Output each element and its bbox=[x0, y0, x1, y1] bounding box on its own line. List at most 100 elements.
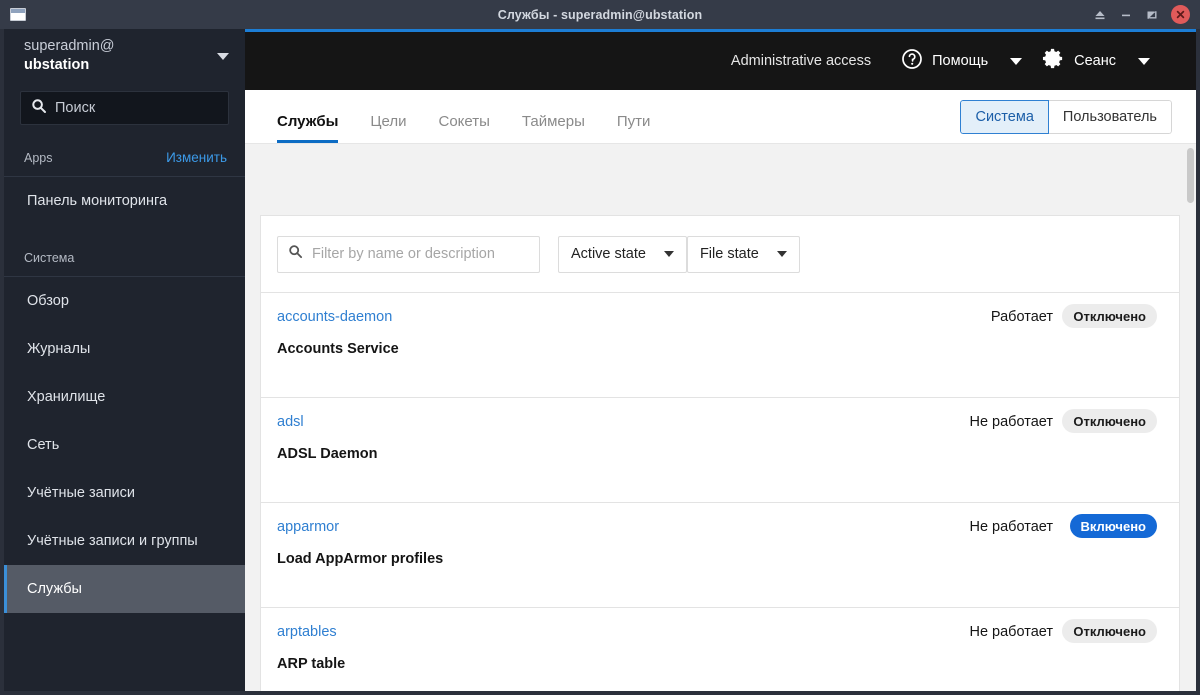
scope-toggle-label: Система bbox=[975, 109, 1034, 125]
service-name-link[interactable]: accounts-daemon bbox=[277, 309, 392, 325]
chevron-down-icon bbox=[663, 251, 674, 257]
help-menu-label: Помощь bbox=[932, 53, 989, 69]
chevron-down-icon bbox=[1138, 57, 1150, 65]
sidebar-item-label: Обзор bbox=[27, 293, 69, 309]
window-icon bbox=[10, 8, 26, 21]
tab-paths[interactable]: Пути bbox=[601, 113, 667, 143]
sidebar-item-accounts[interactable]: Учётные записи bbox=[4, 469, 245, 517]
table-row[interactable]: accounts-daemon Accounts Service Работае… bbox=[261, 293, 1179, 398]
gear-icon bbox=[1042, 47, 1065, 75]
file-state-label: File state bbox=[699, 246, 759, 262]
window-border-left bbox=[0, 29, 4, 695]
service-active-state: Не работает bbox=[969, 624, 1053, 640]
scrollbar-thumb[interactable] bbox=[1187, 148, 1194, 203]
restore-button[interactable] bbox=[1139, 4, 1165, 26]
account-user: superadmin@ bbox=[24, 38, 115, 55]
service-description: ADSL Daemon bbox=[277, 446, 378, 462]
active-state-select[interactable]: Active state bbox=[558, 235, 687, 273]
service-active-state: Работает bbox=[990, 309, 1053, 325]
chevron-down-icon bbox=[1010, 57, 1023, 65]
sidebar-search-wrap: Поиск bbox=[4, 83, 245, 125]
table-row[interactable]: arptables ARP table Не работает Отключен… bbox=[261, 608, 1179, 692]
tab-label: Таймеры bbox=[521, 113, 585, 130]
window-border-right bbox=[1196, 29, 1200, 695]
account-host: ubstation bbox=[24, 57, 90, 73]
sidebar-item-label: Учётные записи и группы bbox=[27, 533, 198, 549]
sidebar-item-label: Панель мониторинга bbox=[27, 193, 168, 209]
service-description: ARP table bbox=[277, 656, 346, 672]
tab-label: Сокеты bbox=[438, 113, 490, 130]
minimize-button[interactable] bbox=[1113, 4, 1139, 26]
scope-toggle-system[interactable]: Система bbox=[960, 100, 1049, 134]
filter-toolbar: Filter by name or description Active sta… bbox=[260, 215, 1180, 292]
help-circle-icon bbox=[901, 48, 923, 75]
sidebar: superadmin@ ubstation Поиск Apps Изменит… bbox=[4, 29, 245, 693]
content-area: Filter by name or description Active sta… bbox=[245, 144, 1196, 693]
sidebar-item-overview[interactable]: Обзор bbox=[4, 277, 245, 325]
sidebar-item-label: Журналы bbox=[27, 341, 91, 357]
file-state-select[interactable]: File state bbox=[686, 235, 800, 273]
scope-toggle-group: Система Пользователь bbox=[960, 100, 1172, 134]
service-name-link[interactable]: adsl bbox=[277, 414, 304, 430]
scope-toggle-label: Пользователь bbox=[1062, 109, 1157, 125]
table-row[interactable]: apparmor Load AppArmor profiles Не работ… bbox=[261, 503, 1179, 608]
sidebar-item-label: Сеть bbox=[27, 437, 60, 453]
sidebar-item-next[interactable] bbox=[4, 613, 245, 661]
close-button[interactable] bbox=[1171, 5, 1190, 24]
search-input[interactable]: Поиск bbox=[20, 91, 229, 125]
filter-search-placeholder: Filter by name or description bbox=[312, 246, 495, 262]
tabs-row: Службы Цели Сокеты Таймеры Пути Система … bbox=[245, 90, 1196, 144]
sidebar-edit-link[interactable]: Изменить bbox=[166, 150, 227, 165]
tab-targets[interactable]: Цели bbox=[354, 113, 422, 143]
administrative-access-label[interactable]: Administrative access bbox=[731, 53, 871, 69]
eject-icon[interactable] bbox=[1087, 4, 1113, 26]
sidebar-item-logs[interactable]: Журналы bbox=[4, 325, 245, 373]
session-menu[interactable]: Сеанс bbox=[1042, 47, 1156, 75]
account-labels: superadmin@ ubstation bbox=[24, 38, 114, 73]
main-panel: Administrative access Помощь Сеанс Служб… bbox=[245, 29, 1196, 693]
service-description: Accounts Service bbox=[277, 341, 399, 357]
sidebar-item-label: Службы bbox=[27, 581, 82, 597]
window-title: Службы - superadmin@ubstation bbox=[497, 7, 703, 22]
active-state-label: Active state bbox=[571, 246, 646, 262]
sidebar-item-storage[interactable]: Хранилище bbox=[4, 373, 245, 421]
account-switcher[interactable]: superadmin@ ubstation bbox=[4, 29, 245, 83]
vertical-scrollbar[interactable] bbox=[1185, 144, 1196, 693]
chevron-down-icon bbox=[217, 52, 229, 60]
status-badge: Отключено bbox=[1062, 409, 1157, 433]
service-name-link[interactable]: apparmor bbox=[277, 519, 339, 535]
sidebar-section-system-title: Система bbox=[24, 250, 75, 265]
table-row[interactable]: adsl ADSL Daemon Не работает Отключено bbox=[261, 398, 1179, 503]
session-menu-label: Сеанс bbox=[1074, 53, 1116, 69]
window-body: superadmin@ ubstation Поиск Apps Изменит… bbox=[0, 29, 1200, 695]
tab-list: Службы Цели Сокеты Таймеры Пути bbox=[245, 90, 666, 143]
sidebar-item-accounts-and-groups[interactable]: Учётные записи и группы bbox=[4, 517, 245, 565]
top-navigation-bar: Administrative access Помощь Сеанс bbox=[245, 32, 1196, 90]
sidebar-item-services[interactable]: Службы bbox=[4, 565, 245, 613]
window-border-bottom bbox=[0, 691, 1200, 695]
search-placeholder: Поиск bbox=[55, 100, 96, 116]
scope-toggle-user[interactable]: Пользователь bbox=[1048, 100, 1172, 134]
service-name-link[interactable]: arptables bbox=[277, 624, 337, 640]
sidebar-section-system-header: Система bbox=[4, 239, 245, 277]
tab-timers[interactable]: Таймеры bbox=[506, 113, 601, 143]
tab-label: Службы bbox=[277, 113, 339, 130]
service-description: Load AppArmor profiles bbox=[277, 551, 444, 567]
help-menu[interactable]: Помощь bbox=[901, 48, 1028, 75]
sidebar-item-dashboard[interactable]: Панель мониторинга bbox=[4, 177, 245, 225]
tab-label: Цели bbox=[370, 113, 407, 130]
sidebar-item-label: Хранилище bbox=[27, 389, 106, 405]
tab-sockets[interactable]: Сокеты bbox=[422, 113, 505, 143]
search-icon bbox=[31, 98, 47, 119]
filter-search-input[interactable]: Filter by name or description bbox=[277, 235, 540, 273]
tab-services[interactable]: Службы bbox=[261, 113, 354, 143]
search-icon bbox=[288, 244, 303, 264]
chevron-down-icon bbox=[776, 251, 787, 257]
tab-label: Пути bbox=[616, 113, 651, 130]
service-active-state: Не работает bbox=[969, 414, 1053, 430]
window-controls bbox=[1087, 4, 1200, 26]
sidebar-item-network[interactable]: Сеть bbox=[4, 421, 245, 469]
status-badge: Отключено bbox=[1062, 619, 1157, 643]
